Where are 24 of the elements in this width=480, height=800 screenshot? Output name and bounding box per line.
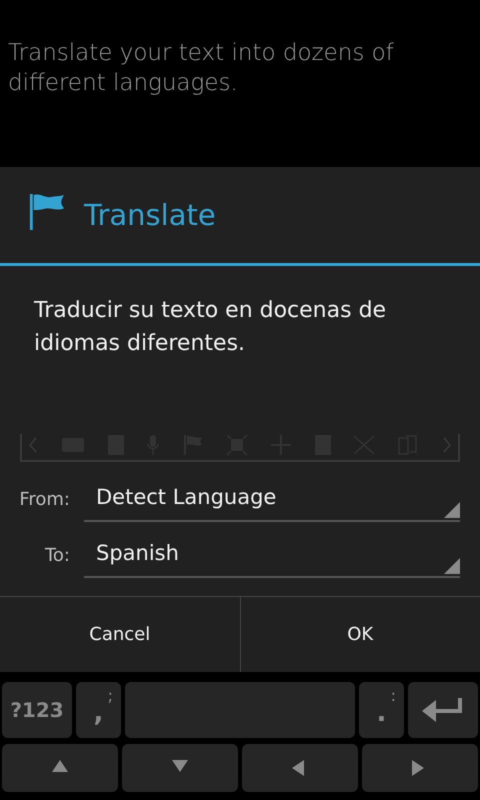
punctuation-key[interactable]: ; ,: [76, 682, 121, 738]
space-key[interactable]: [125, 682, 355, 738]
arrow-key[interactable]: [2, 744, 118, 792]
dropdown-corner-icon: [444, 558, 460, 574]
dropdown-corner-icon: [444, 502, 460, 518]
language-dropdown[interactable]: Detect Language: [84, 476, 460, 522]
arrow-key[interactable]: [122, 744, 238, 792]
chevron-right-icon: [442, 437, 452, 453]
arrow-key[interactable]: [242, 744, 358, 792]
arrow-key[interactable]: [362, 744, 478, 792]
enter-icon: [422, 696, 464, 724]
language-dropdown[interactable]: Spanish: [84, 532, 460, 578]
description-text: Translate your text into dozens of different languages.: [8, 39, 395, 98]
symbols-key[interactable]: ?123: [2, 682, 72, 738]
flag-icon: [28, 192, 66, 232]
field-label: From:: [18, 488, 70, 510]
dialog-title: Translate: [84, 198, 216, 232]
dialog-button[interactable]: Cancel: [0, 597, 240, 672]
dialog-message: Traducir su texto en docenas de idiomas diferentes.: [34, 297, 388, 358]
chevron-left-icon: [28, 437, 38, 453]
dialog-button[interactable]: OK: [240, 597, 480, 672]
punctuation-key[interactable]: : .: [359, 682, 404, 738]
field-label: To:: [44, 544, 70, 566]
enter-key[interactable]: [408, 682, 478, 738]
